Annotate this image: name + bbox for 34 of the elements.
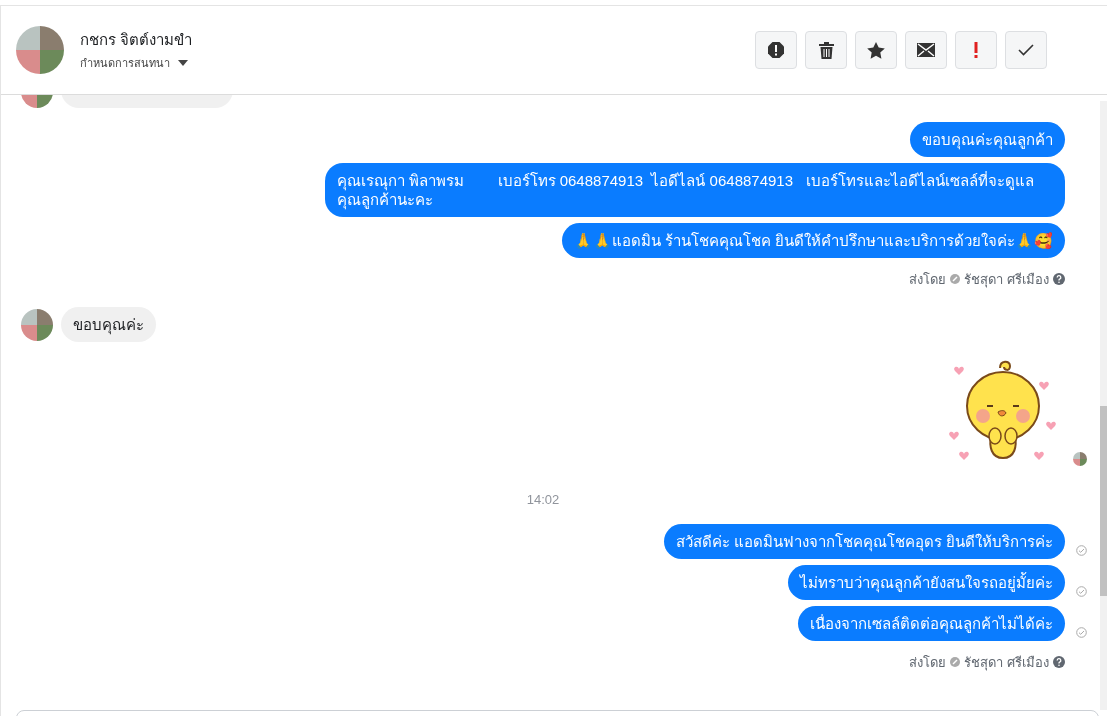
alert-button[interactable]: [755, 31, 797, 69]
sender-avatar: [21, 308, 53, 341]
sent-by-label: ส่งโดย: [909, 270, 947, 289]
checkmark-button[interactable]: [1005, 31, 1047, 69]
message-bubble: คุณเรณุกา พิลาพรม เบอร์โทร 0648874913 ไอดีไลน์ 0648874913 เบอร์โทรและไอดีไลน์เซลล์ที่จะดูแลคุณลูกค้านะคะ: [325, 162, 1065, 217]
sender-avatar: [1073, 452, 1087, 466]
scrollbar-thumb[interactable]: [1100, 406, 1107, 596]
caret-icon[interactable]: [178, 60, 188, 67]
sender-name: รัชสุดา ศรีเมือง: [964, 270, 1049, 289]
envelope-icon: [917, 43, 935, 57]
message-bubble: ขอบคุณค่ะคุณลูกค้า: [910, 121, 1065, 157]
star-icon: [867, 41, 885, 59]
message-bubble: ไม่ทราบว่าคุณลูกค้ายังสนใจรถอยู่มั้ยค่ะ: [788, 564, 1065, 600]
trash-button[interactable]: [805, 31, 847, 69]
timestamp: 14:02: [526, 492, 560, 507]
message-bubble: เนื่องจากเซลล์ติดต่อคุณลูกค้าไม่ได้ค่ะ: [798, 605, 1065, 641]
help-icon[interactable]: [1053, 273, 1065, 286]
trash-icon: [818, 41, 834, 59]
sender-badge-icon: [950, 657, 961, 668]
message-bubble: ขอบคุณค่ะ: [61, 307, 156, 342]
sender-name: รัชสุดา ศรีเมือง: [964, 653, 1049, 672]
sent-by-label: ส่งโดย: [909, 653, 947, 672]
checkmark-icon: [1018, 44, 1034, 56]
exclamation-icon: [974, 42, 978, 58]
help-icon[interactable]: [1053, 656, 1065, 669]
conversation-settings-link[interactable]: กำหนดการสนทนา: [80, 55, 170, 72]
alert-icon: [767, 41, 785, 59]
message-bubble: สวัสดีค่ะ แอดมินฟางจากโชคคุณโชคอุดร ยินดีให้บริการค่ะ: [663, 523, 1065, 559]
contact-avatar: [16, 26, 64, 74]
contact-name: กชกร จิตต์งามขำ: [80, 29, 193, 50]
sender-badge-icon: [950, 274, 961, 285]
star-button[interactable]: [855, 31, 897, 69]
message-bubble: 🙏🙏แอดมิน ร้านโชคคุณโชค ยินดีให้คำปรึกษาและบริการด้วยใจค่ะ🙏🥰: [561, 222, 1065, 258]
envelope-button[interactable]: [905, 31, 947, 69]
